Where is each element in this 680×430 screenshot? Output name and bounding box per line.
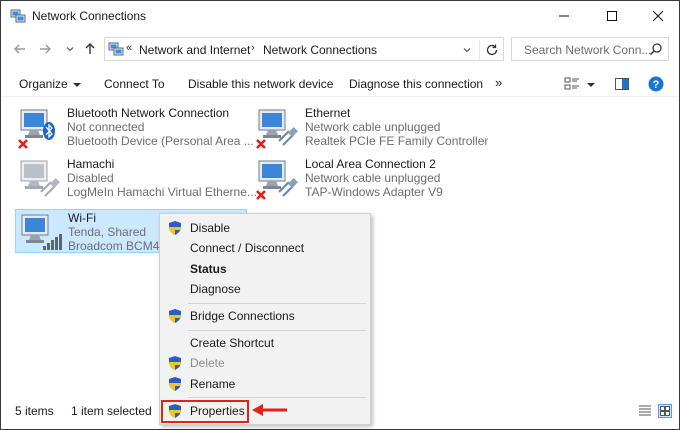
address-bar[interactable]: « Network and Internet › Network Connect…	[104, 37, 504, 61]
uac-shield-icon	[169, 356, 181, 370]
up-arrow-icon	[85, 43, 95, 54]
back-button[interactable]	[12, 40, 28, 58]
connection-item-bluetooth[interactable]: Bluetooth Network Connection Not connect…	[15, 105, 254, 149]
chevron-down-icon[interactable]	[586, 76, 596, 92]
wifi-network-icon	[21, 214, 62, 250]
hamachi-network-icon	[20, 160, 60, 197]
connection-device: Broadcom BCM43	[68, 239, 160, 253]
disable-device-button[interactable]: Disable this network device	[188, 77, 333, 91]
connection-name: Wi-Fi	[68, 211, 96, 225]
breadcrumb-network-connections[interactable]: Network Connections	[263, 43, 377, 57]
menu-item-label: Connect / Disconnect	[190, 241, 305, 255]
menu-item-label: Rename	[190, 377, 236, 391]
menu-item-label: Bridge Connections	[190, 309, 295, 323]
forward-button[interactable]	[37, 40, 53, 58]
help-icon[interactable]: ?	[648, 76, 664, 92]
menu-item-bridge-connections[interactable]: Bridge Connections	[160, 306, 370, 326]
menu-separator	[188, 330, 366, 331]
connection-device: Bluetooth Device (Personal Area ...	[67, 134, 254, 148]
breadcrumb-network-and-internet[interactable]: Network and Internet	[139, 43, 250, 57]
search-box[interactable]: Search Network Conn...	[511, 37, 669, 61]
back-arrow-icon	[14, 44, 25, 54]
connection-device: Realtek PCIe FE Family Controller	[305, 134, 489, 148]
maximize-icon	[607, 11, 617, 21]
connection-status: Not connected	[67, 120, 145, 134]
refresh-button[interactable]	[479, 40, 503, 60]
preview-pane-icon[interactable]	[614, 76, 630, 92]
connection-status: Network cable unplugged	[305, 120, 441, 134]
red-arrow-annotation-icon	[252, 404, 287, 416]
chevron-down-icon	[463, 48, 471, 53]
more-commands-button[interactable]: »	[495, 75, 502, 90]
connection-status: Network cable unplugged	[305, 171, 441, 185]
connection-item-local-area-connection-2[interactable]: Local Area Connection 2 Network cable un…	[253, 156, 485, 200]
context-menu: Disable Connect / Disconnect Status Diag…	[159, 213, 371, 425]
connect-to-button[interactable]: Connect To	[104, 77, 165, 91]
search-input[interactable]: Search Network Conn...	[524, 43, 651, 57]
connection-name: Ethernet	[305, 106, 351, 120]
details-view-icon[interactable]	[637, 403, 653, 419]
forward-arrow-icon	[40, 44, 51, 54]
connection-status: Disabled	[67, 171, 114, 185]
menu-separator	[188, 397, 366, 398]
maximize-button[interactable]	[589, 1, 635, 31]
recent-locations-button[interactable]	[62, 40, 78, 58]
menu-item-rename[interactable]: Rename	[160, 374, 370, 394]
network-connections-icon	[10, 9, 26, 23]
minimize-icon	[559, 15, 569, 17]
connection-name: Bluetooth Network Connection	[67, 106, 230, 120]
close-button[interactable]	[635, 1, 680, 31]
item-count: 5 items	[15, 404, 54, 418]
menu-item-label: Create Shortcut	[190, 336, 275, 350]
up-button[interactable]	[82, 40, 98, 58]
search-icon	[649, 43, 662, 56]
large-icons-view-icon[interactable]	[657, 403, 673, 419]
navigation-row: « Network and Internet › Network Connect…	[1, 33, 679, 65]
connection-item-ethernet[interactable]: Ethernet Network cable unplugged Realtek…	[253, 105, 489, 149]
menu-item-delete: Delete	[160, 353, 370, 373]
properties-highlight-box	[161, 400, 249, 423]
connection-name: Hamachi	[67, 157, 115, 171]
connection-name: Local Area Connection 2	[305, 157, 436, 171]
window-title: Network Connections	[32, 9, 147, 23]
address-history-dropdown[interactable]	[457, 41, 477, 59]
network-connections-icon	[108, 42, 124, 56]
menu-item-label: Status	[190, 262, 227, 276]
menu-item-label: Diagnose	[190, 282, 241, 296]
svg-text:?: ?	[653, 79, 660, 91]
connection-device: LogMeIn Hamachi Virtual Etherne...	[67, 185, 257, 199]
menu-item-create-shortcut[interactable]: Create Shortcut	[160, 333, 370, 353]
menu-item-label: Delete	[190, 356, 225, 370]
uac-shield-icon	[169, 221, 181, 235]
refresh-icon	[486, 44, 497, 56]
chevron-down-icon	[72, 82, 81, 87]
organize-button[interactable]: Organize	[19, 77, 81, 91]
chevron-down-icon	[66, 47, 74, 52]
menu-item-label: Disable	[190, 221, 231, 235]
uac-shield-icon	[169, 377, 181, 391]
connection-status: Tenda, Shared	[68, 225, 147, 239]
breadcrumb-separator[interactable]: ›	[251, 42, 255, 54]
menu-item-status[interactable]: Status	[160, 259, 370, 279]
command-bar: Organize Connect To Disable this network…	[1, 71, 679, 97]
close-icon	[652, 10, 664, 22]
organize-label: Organize	[19, 77, 68, 91]
diagnose-connection-button[interactable]: Diagnose this connection	[349, 77, 483, 91]
connection-item-hamachi[interactable]: Hamachi Disabled LogMeIn Hamachi Virtual…	[15, 156, 257, 200]
uac-shield-icon	[169, 309, 181, 323]
change-view-icon[interactable]	[564, 76, 580, 92]
menu-item-connect-disconnect[interactable]: Connect / Disconnect	[160, 238, 370, 258]
menu-item-diagnose[interactable]: Diagnose	[160, 279, 370, 299]
title-bar: Network Connections	[1, 1, 679, 31]
lan-network-icon	[256, 160, 298, 200]
breadcrumb-overflow[interactable]: «	[126, 42, 132, 54]
menu-separator	[188, 303, 366, 304]
ethernet-network-icon	[256, 109, 298, 149]
minimize-button[interactable]	[541, 1, 587, 31]
network-connections-window: Network Connections « Network and Intern…	[0, 0, 680, 430]
bluetooth-network-icon	[18, 109, 55, 149]
menu-item-disable[interactable]: Disable	[160, 218, 370, 238]
selection-count: 1 item selected	[71, 404, 152, 418]
connection-device: TAP-Windows Adapter V9	[305, 185, 443, 199]
